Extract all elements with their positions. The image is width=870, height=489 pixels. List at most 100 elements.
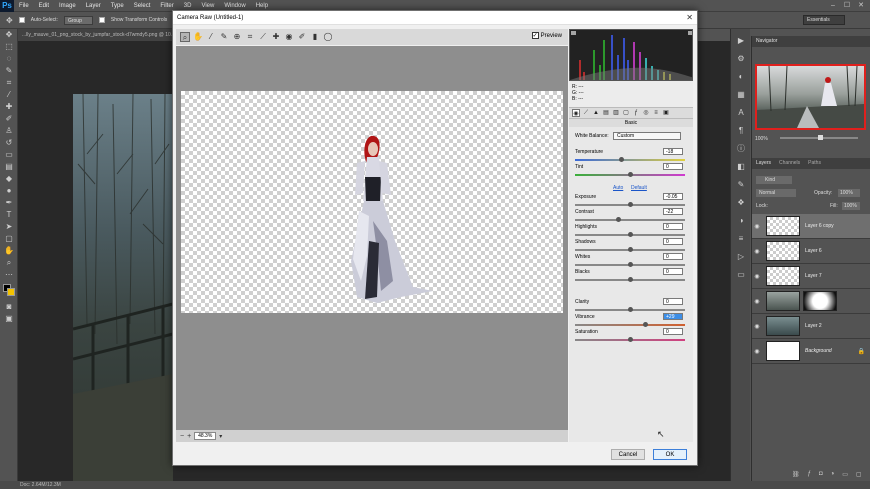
shadows-slider-knob[interactable] — [627, 247, 633, 252]
menu-filter[interactable]: Filter — [155, 3, 178, 9]
cancel-button[interactable]: Cancel — [611, 449, 645, 460]
preview-toggle[interactable]: ✓ Preview — [531, 32, 562, 39]
menu-help[interactable]: Help — [251, 3, 273, 9]
whites-slider[interactable] — [575, 262, 685, 267]
menu-file[interactable]: File — [14, 3, 34, 9]
vibrance-slider-knob[interactable] — [643, 322, 649, 327]
white-balance-dropdown[interactable]: Custom — [613, 132, 681, 140]
saturation-value-field[interactable]: 0 — [663, 328, 683, 335]
temperature-slider[interactable] — [575, 157, 685, 162]
temperature-value-field[interactable]: -18 — [663, 148, 683, 155]
tint-value-field[interactable]: 0 — [663, 163, 683, 170]
shadows-slider[interactable] — [575, 247, 685, 252]
clarity-slider-knob[interactable] — [627, 307, 633, 312]
color-icon[interactable]: ◐ — [735, 71, 747, 83]
layer-row[interactable]: ◉ Layer 2 — [752, 314, 870, 339]
highlights-value-field[interactable]: 0 — [663, 223, 683, 230]
blacks-value-field[interactable]: 0 — [663, 268, 683, 275]
layer-row[interactable]: ◉ Background 🔒 — [752, 339, 870, 364]
close-app-button[interactable]: ✕ — [856, 1, 866, 11]
hand-tool-icon[interactable]: ✋ — [193, 32, 203, 42]
preview-checkbox[interactable]: ✓ — [531, 32, 539, 39]
navigator-zoom-slider[interactable] — [780, 135, 858, 140]
document-tab[interactable]: ...lly_mauve_01_png_stock_by_jumpfar_sto… — [18, 29, 178, 41]
type-tool-icon[interactable]: T — [2, 209, 16, 221]
menu-window[interactable]: Window — [219, 3, 250, 9]
blacks-slider[interactable] — [575, 277, 685, 282]
layer-row[interactable]: ◉ — [752, 289, 870, 314]
styles-icon[interactable]: ❖ — [735, 197, 747, 209]
add-mask-icon[interactable]: ◘ — [819, 471, 823, 481]
transparent-canvas[interactable] — [181, 91, 563, 313]
dodge-tool-icon[interactable]: ● — [2, 185, 16, 197]
camera-calibration-icon[interactable]: ◎ — [642, 109, 650, 117]
blur-tool-icon[interactable]: ◆ — [2, 173, 16, 185]
exposure-slider-knob[interactable] — [627, 202, 633, 207]
lasso-tool-icon[interactable]: ◌ — [2, 53, 16, 65]
properties-icon[interactable]: ⚙ — [735, 53, 747, 65]
visibility-eye-icon[interactable]: ◉ — [752, 248, 762, 255]
tint-slider[interactable] — [575, 172, 685, 177]
temperature-slider-knob[interactable] — [619, 157, 625, 162]
clarity-value-field[interactable]: 0 — [663, 298, 683, 305]
hand-tool-icon[interactable]: ✋ — [2, 245, 16, 257]
maximize-button[interactable]: ☐ — [842, 1, 852, 11]
eraser-tool-icon[interactable]: ▭ — [2, 149, 16, 161]
contrast-slider-knob[interactable] — [615, 217, 621, 222]
hsl-icon[interactable]: ▤ — [602, 109, 610, 117]
new-group-icon[interactable]: ▭ — [842, 471, 848, 481]
auto-select-target-dropdown[interactable]: Group — [63, 15, 93, 25]
visibility-eye-icon[interactable]: ◉ — [752, 223, 762, 230]
lens-corrections-icon[interactable]: ▢ — [622, 109, 630, 117]
crop-tool-icon[interactable]: ⌗ — [245, 32, 255, 42]
layer-name[interactable]: Layer 2 — [805, 323, 822, 329]
navigator-preview[interactable] — [755, 64, 866, 130]
fx-icon[interactable]: ƒ — [808, 471, 811, 481]
navigator-tab[interactable]: Navigator — [752, 36, 870, 47]
opacity-field[interactable]: 100% — [838, 189, 860, 197]
contrast-value-field[interactable]: -22 — [663, 208, 683, 215]
pen-tool-icon[interactable]: ✒ — [2, 197, 16, 209]
minimize-button[interactable]: – — [828, 1, 838, 11]
layer-mask-thumbnail[interactable] — [803, 291, 837, 311]
visibility-eye-icon[interactable]: ◉ — [752, 348, 762, 355]
vibrance-slider[interactable] — [575, 322, 685, 327]
saturation-slider[interactable] — [575, 337, 685, 342]
layer-filter-dropdown[interactable]: Kind — [756, 176, 792, 184]
tab-channels[interactable]: Channels — [779, 158, 800, 169]
menu-3d[interactable]: 3D — [179, 3, 197, 9]
menu-select[interactable]: Select — [129, 3, 156, 9]
layer-row[interactable]: ◉ Layer 6 copy — [752, 214, 870, 239]
contrast-slider[interactable] — [575, 217, 685, 222]
layer-name[interactable]: Layer 6 copy — [805, 223, 834, 229]
stamp-tool-icon[interactable]: ♙ — [2, 125, 16, 137]
blacks-slider-knob[interactable] — [627, 277, 633, 282]
timeline-icon[interactable]: ▭ — [735, 269, 747, 281]
adjustment-brush-icon[interactable]: ✐ — [297, 32, 307, 42]
move-tool-icon[interactable]: ✥ — [6, 16, 13, 25]
quick-mask-icon[interactable]: ◙ — [2, 301, 16, 313]
menu-view[interactable]: View — [196, 3, 219, 9]
tab-paths[interactable]: Paths — [808, 158, 821, 169]
menu-type[interactable]: Type — [106, 3, 129, 9]
snapshots-icon[interactable]: ▣ — [662, 109, 670, 117]
menu-edit[interactable]: Edit — [34, 3, 54, 9]
whites-value-field[interactable]: 0 — [663, 253, 683, 260]
actions-icon[interactable]: ▷ — [735, 251, 747, 263]
history-brush-icon[interactable]: ↺ — [2, 137, 16, 149]
healing-tool-icon[interactable]: ✚ — [2, 101, 16, 113]
layer-name[interactable]: Layer 7 — [805, 273, 822, 279]
color-swatches[interactable] — [0, 281, 17, 301]
color-sampler-icon[interactable]: ✎ — [219, 32, 229, 42]
history-icon[interactable]: ▶ — [735, 35, 747, 47]
link-layers-icon[interactable]: ⛓ — [792, 471, 800, 481]
screen-mode-icon[interactable]: ▣ — [2, 313, 16, 325]
straighten-tool-icon[interactable]: ⟋ — [258, 32, 268, 42]
highlights-slider[interactable] — [575, 232, 685, 237]
clarity-slider[interactable] — [575, 307, 685, 312]
zoom-tool-icon[interactable]: ⌕ — [180, 32, 190, 42]
info-icon[interactable]: ⓘ — [735, 143, 747, 155]
auto-select-checkbox[interactable] — [18, 17, 25, 23]
presets-icon[interactable]: ≡ — [652, 109, 660, 117]
default-link[interactable]: Default — [631, 185, 647, 191]
